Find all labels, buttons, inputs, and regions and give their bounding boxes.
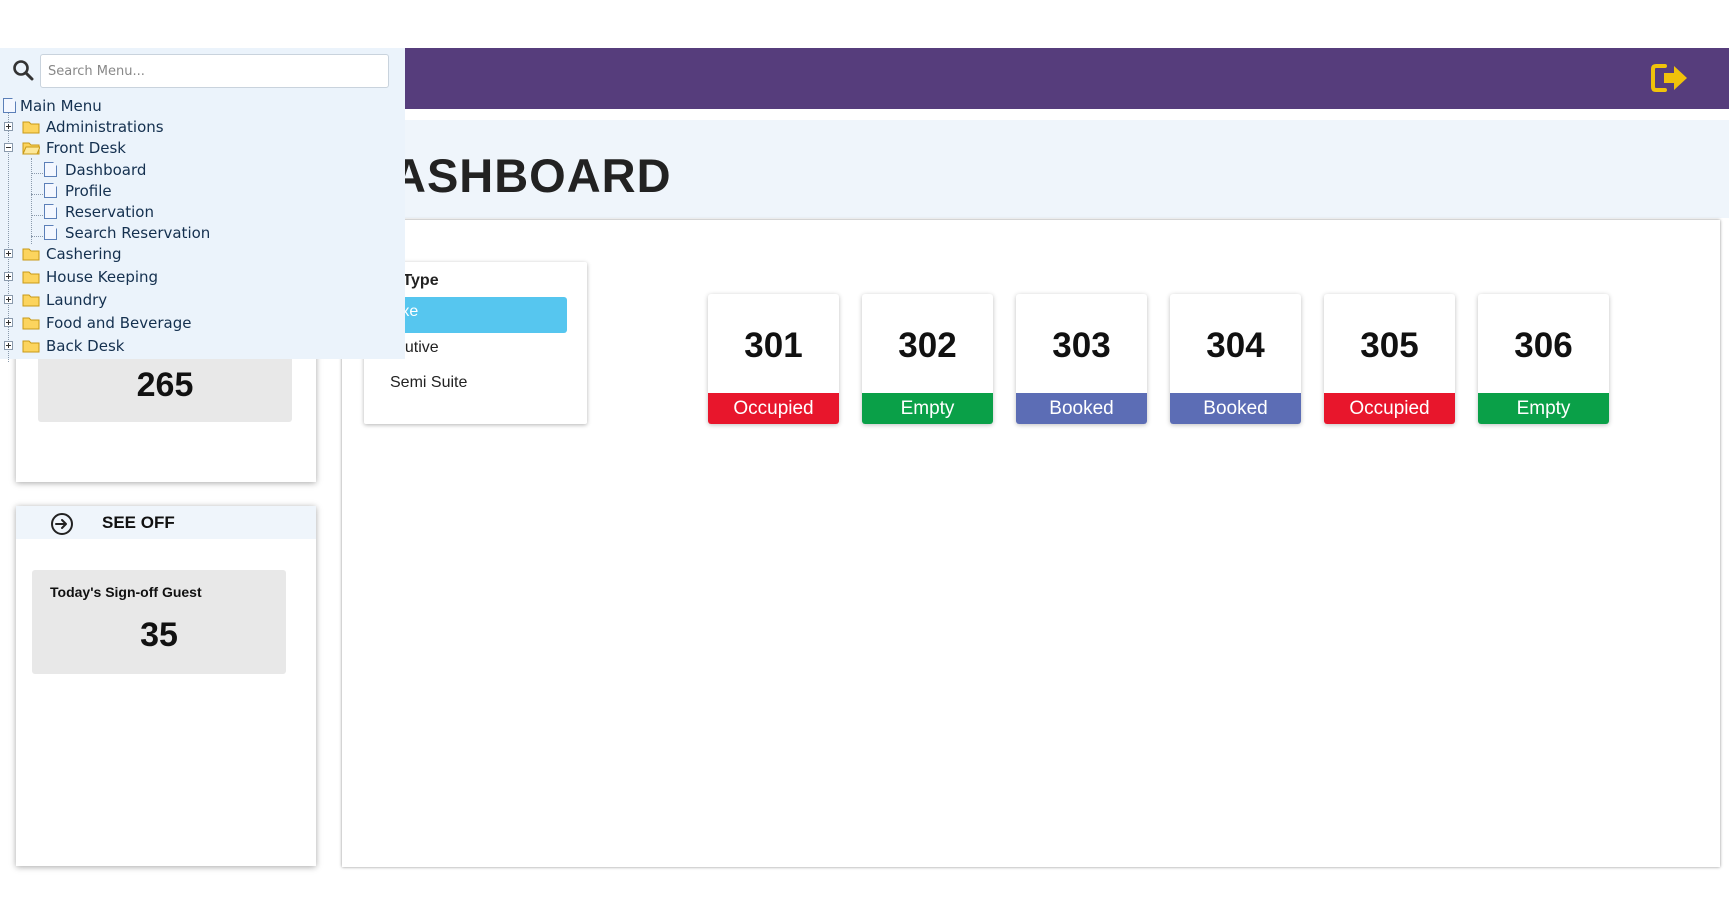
tree-item-label: Laundry [46, 291, 108, 309]
stat-value: 265 [136, 366, 194, 404]
menu-search-input[interactable] [40, 54, 389, 88]
room-number: 301 [744, 326, 803, 365]
expand-toggle-icon[interactable] [4, 341, 13, 350]
tree-item-house-keeping[interactable]: House Keeping [0, 267, 260, 287]
room-type-option-semi-suite[interactable]: Semi Suite [380, 368, 567, 404]
room-card-304[interactable]: 304 Booked [1170, 294, 1301, 424]
tree-item-reservation[interactable]: Reservation [0, 202, 260, 222]
menu-panel: Main Menu Administrations Front Desk Das… [0, 48, 405, 362]
tree-item-laundry[interactable]: Laundry [0, 290, 260, 310]
tree-item-cashering[interactable]: Cashering [0, 244, 260, 264]
room-number: 304 [1206, 326, 1265, 365]
room-number: 303 [1052, 326, 1111, 365]
tree-item-label: Search Reservation [65, 224, 211, 242]
folder-icon [22, 340, 40, 353]
room-status-badge: Booked [1016, 393, 1147, 424]
room-status-badge: Occupied [708, 393, 839, 424]
document-icon [44, 225, 57, 240]
sign-off-label: Today's Sign-off Guest [50, 584, 202, 600]
logout-arrow-icon [1651, 64, 1687, 92]
room-card-305[interactable]: 305 Occupied [1324, 294, 1455, 424]
room-type-option-executive[interactable]: xecutive [380, 333, 567, 369]
tree-item-label: Profile [65, 182, 112, 200]
tree-item-dashboard[interactable]: Dashboard [0, 160, 260, 180]
folder-icon [22, 248, 40, 261]
see-off-header: SEE OFF [16, 506, 316, 539]
room-card-301[interactable]: 301 Occupied [708, 294, 839, 424]
expand-toggle-icon[interactable] [4, 122, 13, 131]
tree-item-label: Cashering [46, 245, 122, 263]
room-status-badge: Occupied [1324, 393, 1455, 424]
expand-toggle-icon[interactable] [4, 295, 13, 304]
tree-item-profile[interactable]: Profile [0, 181, 260, 201]
tree-item-label: Dashboard [65, 161, 147, 179]
folder-open-icon [22, 142, 40, 155]
folder-icon [22, 271, 40, 284]
tree-item-label: Administrations [46, 118, 164, 136]
expand-toggle-icon[interactable] [4, 272, 13, 281]
tree-item-back-desk[interactable]: Back Desk [0, 336, 260, 356]
room-status-badge: Empty [1478, 393, 1609, 424]
tree-item-label: Front Desk [46, 139, 126, 157]
expand-toggle-icon[interactable] [4, 318, 13, 327]
tree-item-main-menu[interactable]: Main Menu [0, 96, 200, 116]
folder-icon [22, 317, 40, 330]
room-card-306[interactable]: 306 Empty [1478, 294, 1609, 424]
tree-item-administrations[interactable]: Administrations [0, 117, 260, 137]
tree-item-label: Reservation [65, 203, 154, 221]
room-type-option-deluxe[interactable]: eluxe [380, 297, 567, 333]
room-number: 305 [1360, 326, 1419, 365]
tree-item-label: Back Desk [46, 337, 125, 355]
tree-item-label: Food and Beverage [46, 314, 192, 332]
page-title: ASHBOARD [392, 149, 672, 202]
logout-button[interactable] [1650, 61, 1690, 95]
document-icon [3, 98, 16, 113]
folder-icon [22, 121, 40, 134]
see-off-title: SEE OFF [102, 513, 175, 532]
expand-toggle-icon[interactable] [4, 249, 13, 258]
tree-item-search-reservation[interactable]: Search Reservation [0, 223, 260, 243]
stat-box: 265 [38, 356, 292, 422]
tree-item-front-desk[interactable]: Front Desk [0, 138, 260, 158]
search-icon[interactable] [12, 59, 34, 81]
room-status-badge: Empty [862, 393, 993, 424]
room-status-badge: Booked [1170, 393, 1301, 424]
room-card-302[interactable]: 302 Empty [862, 294, 993, 424]
document-icon [44, 162, 57, 177]
document-icon [44, 204, 57, 219]
room-number: 306 [1514, 326, 1573, 365]
sign-off-value: 35 [140, 616, 178, 654]
tree-item-label: House Keeping [46, 268, 159, 286]
sign-off-stat-box: Today's Sign-off Guest 35 [32, 570, 286, 674]
collapse-toggle-icon[interactable] [4, 143, 13, 152]
document-icon [44, 183, 57, 198]
tree-item-label: Main Menu [20, 97, 102, 115]
see-off-card: SEE OFF Today's Sign-off Guest 35 [16, 506, 316, 866]
folder-icon [22, 294, 40, 307]
room-card-303[interactable]: 303 Booked [1016, 294, 1147, 424]
room-number: 302 [898, 326, 957, 365]
tree-item-food-and-beverage[interactable]: Food and Beverage [0, 313, 260, 333]
sign-out-circle-icon [51, 513, 73, 535]
